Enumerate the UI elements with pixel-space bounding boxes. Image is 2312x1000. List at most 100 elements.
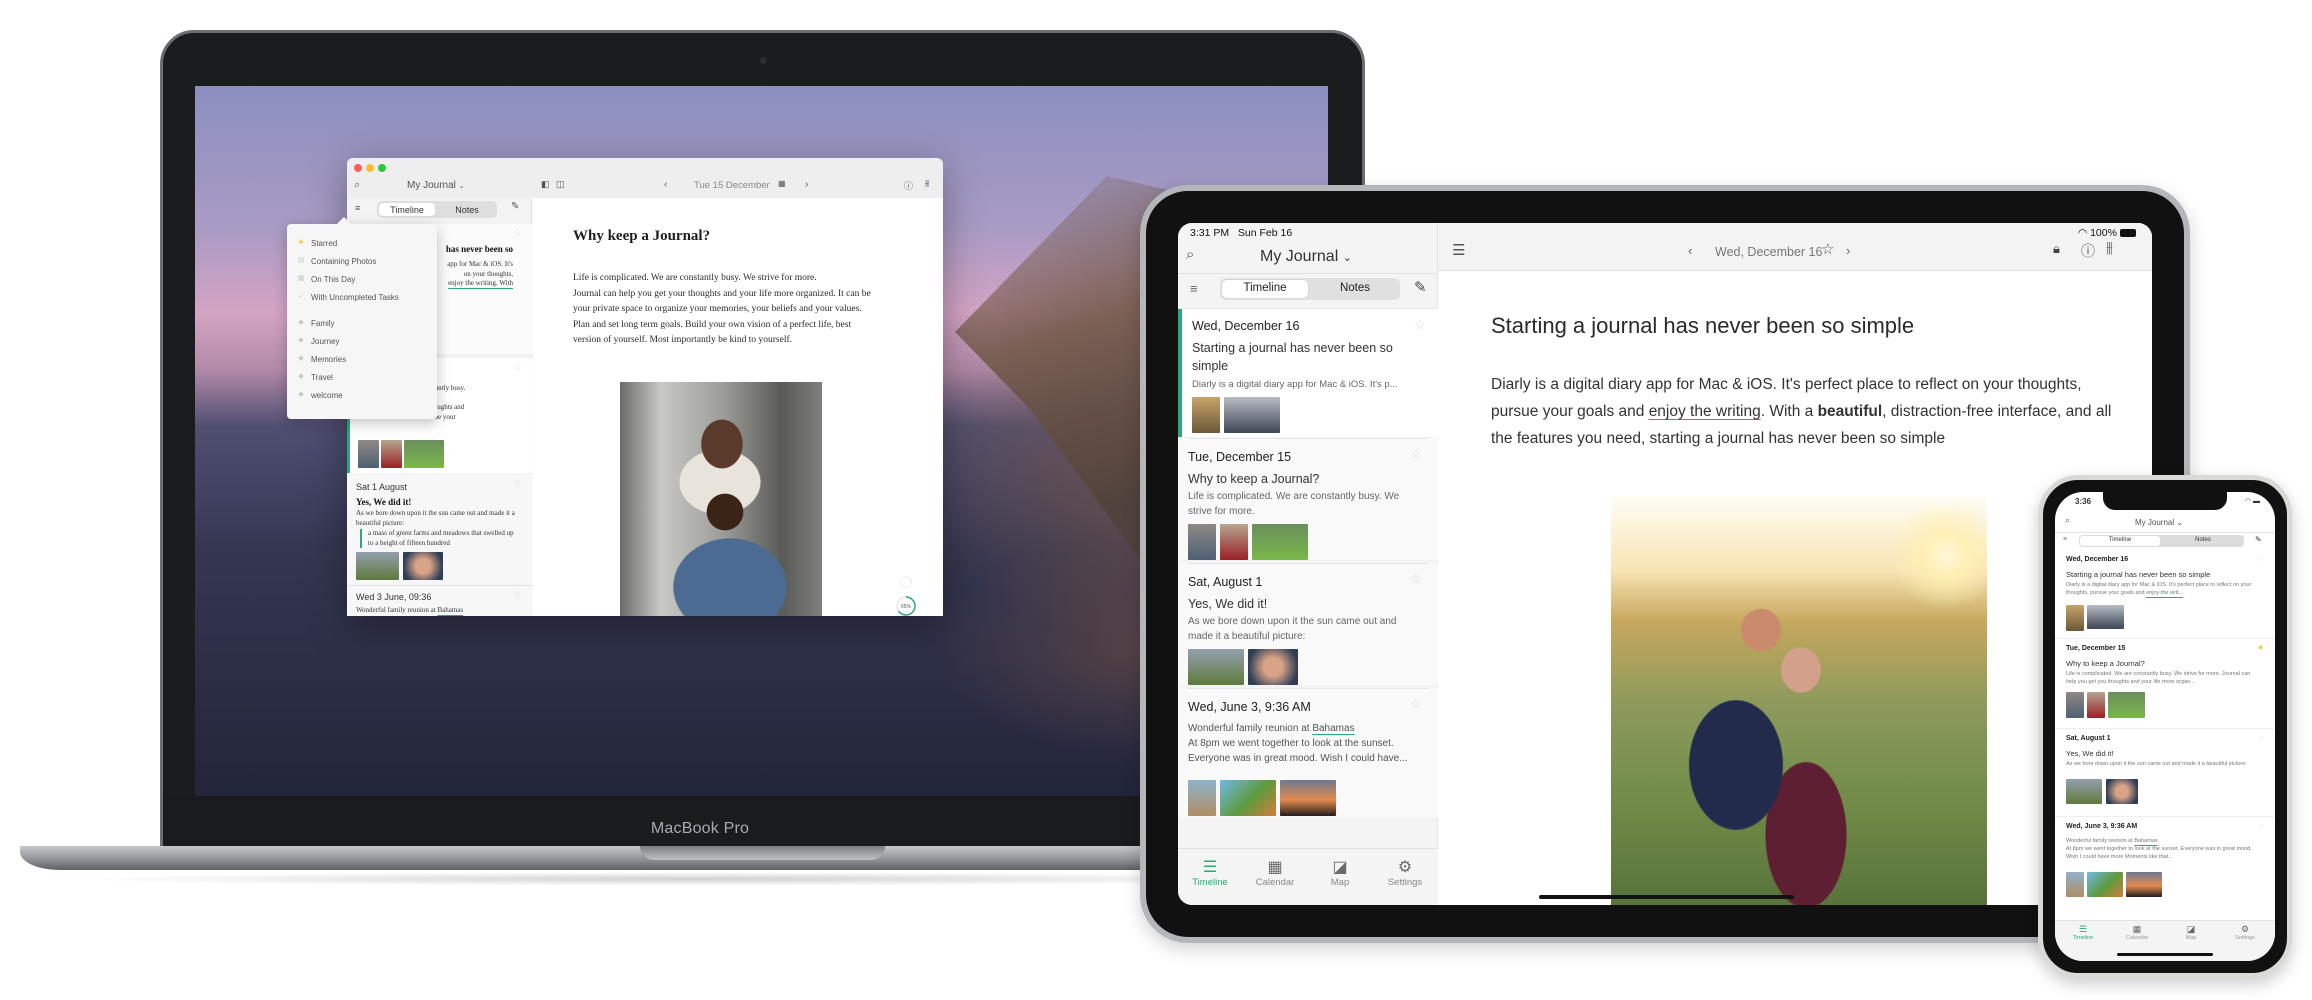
star-icon[interactable]: ☆ bbox=[2258, 822, 2264, 830]
compose-icon[interactable]: ✎ bbox=[511, 201, 519, 212]
adjustments-icon[interactable]: ⫵ bbox=[925, 178, 929, 189]
photo-thumbnail[interactable] bbox=[2126, 872, 2162, 897]
menu-item-tag-travel[interactable]: ◆ Travel bbox=[297, 370, 427, 384]
photo-thumbnail[interactable] bbox=[2108, 692, 2145, 718]
search-icon[interactable]: ⌕ bbox=[354, 178, 360, 192]
entry-card[interactable]: Tue, December 15 ★ Why to keep a Journal… bbox=[2055, 638, 2275, 726]
photo-thumbnail[interactable] bbox=[381, 440, 402, 468]
star-icon[interactable]: ☆ bbox=[513, 478, 522, 489]
star-icon[interactable]: ☆ bbox=[2258, 555, 2264, 563]
previous-day-button[interactable]: ‹ bbox=[664, 179, 667, 190]
entry-card[interactable]: ☆ Wed 3 June, 09:36 Wonderful family reu… bbox=[347, 585, 532, 616]
photo-thumbnail[interactable] bbox=[2087, 605, 2124, 629]
info-icon[interactable]: ⓘ bbox=[2081, 241, 2095, 261]
editor-photo[interactable] bbox=[620, 382, 822, 616]
star-icon[interactable]: ☆ bbox=[1410, 696, 1422, 712]
tab-calendar[interactable]: ▦ Calendar bbox=[1243, 857, 1307, 888]
next-day-button[interactable]: › bbox=[1846, 243, 1850, 258]
photo-thumbnail[interactable] bbox=[1188, 649, 1244, 685]
compose-icon[interactable]: ✎ bbox=[1414, 278, 1427, 296]
menu-item-tag-family[interactable]: ◆ Family bbox=[297, 316, 427, 330]
menu-item-tag-welcome[interactable]: ◆ welcome bbox=[297, 388, 427, 402]
photo-thumbnail[interactable] bbox=[1192, 397, 1220, 433]
photo-thumbnail[interactable] bbox=[2066, 779, 2102, 804]
photo-thumbnail[interactable] bbox=[2087, 692, 2105, 718]
star-icon[interactable]: ☆ bbox=[2258, 734, 2264, 742]
photo-thumbnail[interactable] bbox=[1224, 397, 1280, 433]
link-bahamas[interactable]: Bahamas bbox=[2134, 838, 2157, 844]
filter-icon[interactable]: ≡ bbox=[355, 203, 360, 213]
tab-timeline[interactable]: ☰ Timeline bbox=[1178, 857, 1242, 888]
photo-thumbnail[interactable] bbox=[403, 552, 443, 580]
search-icon[interactable]: ⌕ bbox=[1186, 245, 1194, 263]
tab-map[interactable]: ◪ Map bbox=[2171, 924, 2211, 941]
menu-item-tag-memories[interactable]: ◆ Memories bbox=[297, 352, 427, 366]
previous-day-button[interactable]: ‹ bbox=[1688, 243, 1692, 258]
word-goal-progress-ring[interactable]: 65% bbox=[895, 595, 917, 616]
info-icon[interactable]: ⓘ bbox=[904, 179, 913, 192]
link-bahamas[interactable]: Bahamas bbox=[437, 606, 463, 614]
entry-card[interactable]: Sat, August 1 ☆ Yes, We did it! As we bo… bbox=[2055, 728, 2275, 814]
photo-thumbnail[interactable] bbox=[2066, 872, 2084, 897]
photo-thumbnail[interactable] bbox=[2106, 779, 2138, 804]
photo-thumbnail[interactable] bbox=[356, 552, 399, 580]
editor-paragraph[interactable]: Diarly is a digital diary app for Mac & … bbox=[1491, 371, 2131, 452]
photo-thumbnail[interactable] bbox=[2066, 605, 2084, 631]
minimize-window-button[interactable] bbox=[366, 164, 374, 172]
entry-card[interactable]: Sat, August 1 ☆ Yes, We did it! As we bo… bbox=[1178, 563, 1438, 685]
photo-thumbnail[interactable] bbox=[1188, 524, 1216, 560]
photo-thumbnail[interactable] bbox=[2066, 692, 2084, 718]
photo-thumbnail[interactable] bbox=[1220, 524, 1248, 560]
next-day-button[interactable]: › bbox=[805, 179, 808, 190]
star-filled-icon[interactable]: ★ bbox=[2257, 643, 2264, 652]
tab-calendar[interactable]: ▦ Calendar bbox=[2117, 924, 2157, 941]
entry-card-selected[interactable]: Wed, December 16 ☆ Starting a journal ha… bbox=[1178, 309, 1438, 437]
star-icon[interactable]: ☆ bbox=[1821, 240, 1834, 258]
segment-notes[interactable]: Notes bbox=[2163, 537, 2243, 543]
close-window-button[interactable] bbox=[354, 164, 362, 172]
photo-thumbnail[interactable] bbox=[1248, 649, 1298, 685]
photo-thumbnail[interactable] bbox=[1280, 780, 1336, 816]
star-icon[interactable]: ☆ bbox=[513, 228, 522, 239]
search-icon[interactable]: ⌕ bbox=[2065, 516, 2070, 526]
entry-card[interactable]: ☆ Sat 1 August Yes, We did it! As we bor… bbox=[347, 474, 532, 584]
compose-icon[interactable]: ✎ bbox=[2255, 535, 2262, 544]
menu-item-starred[interactable]: ★ Starred bbox=[297, 236, 427, 250]
segment-notes[interactable]: Notes bbox=[1312, 282, 1398, 294]
link-enjoy-the-writing[interactable]: enjoy the writing bbox=[1649, 403, 1761, 420]
menu-item-tag-journey[interactable]: ◆ Journey bbox=[297, 334, 427, 348]
sidebar-toggle-icon[interactable]: ◧ bbox=[541, 179, 550, 190]
star-icon[interactable]: ☆ bbox=[1414, 317, 1426, 333]
star-icon[interactable]: ☆ bbox=[1410, 571, 1422, 587]
calendar-icon[interactable]: ▦ bbox=[778, 179, 786, 188]
journal-selector[interactable]: My Journal ⌄ bbox=[2135, 518, 2183, 527]
photo-thumbnail[interactable] bbox=[1252, 524, 1308, 560]
tab-settings[interactable]: ⚙ Settings bbox=[2225, 924, 2265, 941]
star-icon[interactable]: ☆ bbox=[513, 590, 522, 601]
tab-settings[interactable]: ⚙ Settings bbox=[1373, 857, 1437, 888]
menu-icon[interactable]: ☰ bbox=[1452, 241, 1465, 259]
editor-photo[interactable] bbox=[1611, 495, 1987, 905]
photo-thumbnail[interactable] bbox=[404, 440, 444, 468]
lock-icon[interactable]: 🔒︎ bbox=[2053, 241, 2060, 257]
photo-thumbnail[interactable] bbox=[2087, 872, 2123, 897]
photo-thumbnail[interactable] bbox=[358, 440, 379, 468]
entry-card[interactable]: Wed, June 3, 9:36 AM ☆ Wonderful family … bbox=[1178, 688, 1438, 818]
journal-selector[interactable]: My Journal ⌄ bbox=[1260, 248, 1352, 266]
add-icon[interactable] bbox=[900, 576, 912, 588]
menu-item-containing-photos[interactable]: ▤ Containing Photos bbox=[297, 254, 427, 268]
entry-card[interactable]: Wed, December 16 ☆ Starting a journal ha… bbox=[2055, 550, 2275, 638]
menu-item-uncompleted-tasks[interactable]: ✓ With Uncompleted Tasks bbox=[297, 290, 427, 304]
mac-editor[interactable]: Why keep a Journal? Life is complicated.… bbox=[533, 198, 943, 616]
entry-card[interactable]: Tue, December 15 ☆ Why to keep a Journal… bbox=[1178, 438, 1438, 560]
journal-selector[interactable]: My Journal ⌄ bbox=[407, 180, 465, 191]
zoom-window-button[interactable] bbox=[378, 164, 386, 172]
filter-icon[interactable]: ≡ bbox=[1190, 281, 1198, 296]
photo-thumbnail[interactable] bbox=[1188, 780, 1216, 816]
entry-card[interactable]: Wed, June 3, 9:36 AM ☆ Wonderful family … bbox=[2055, 816, 2275, 906]
tab-map[interactable]: ◪ Map bbox=[1308, 857, 1372, 888]
segment-notes[interactable]: Notes bbox=[439, 205, 495, 215]
menu-item-on-this-day[interactable]: ▦ On This Day bbox=[297, 272, 427, 286]
tab-timeline[interactable]: ☰ Timeline bbox=[2063, 924, 2103, 941]
split-view-icon[interactable]: ◫ bbox=[556, 179, 565, 190]
